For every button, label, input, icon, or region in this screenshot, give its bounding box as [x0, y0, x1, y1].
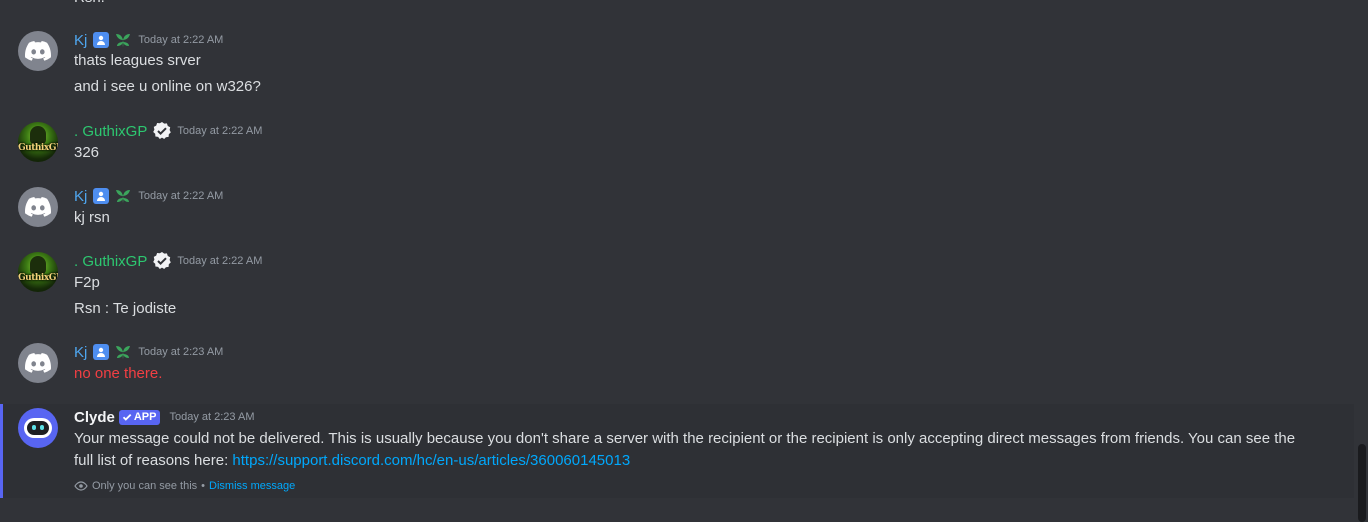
username[interactable]: Clyde [74, 409, 115, 426]
username[interactable]: . GuthixGP [74, 123, 147, 140]
username[interactable]: Kj [74, 188, 87, 205]
timestamp[interactable]: Today at 2:23 AM [138, 346, 223, 358]
discord-logo-icon [25, 41, 51, 61]
avatar[interactable] [18, 187, 58, 227]
message-text: Your message could not be delivered. Thi… [74, 428, 1314, 472]
message-text-error: no one there. [74, 365, 163, 382]
avatar-label: GuthixGP [18, 273, 58, 283]
avatar-label: GuthixGP [18, 143, 58, 153]
message-text: thats leagues srver [74, 52, 201, 69]
scrollbar-thumb[interactable] [1358, 444, 1366, 522]
timestamp[interactable]: Today at 2:23 AM [169, 411, 254, 423]
timestamp[interactable]: Today at 2:22 AM [138, 190, 223, 202]
user-badge-icon[interactable] [93, 188, 110, 204]
hooded-figure-icon [30, 256, 46, 274]
user-badge-icon[interactable] [93, 344, 110, 360]
username[interactable]: . GuthixGP [74, 253, 147, 270]
timestamp[interactable]: Today at 2:22 AM [177, 125, 262, 137]
eye-icon [74, 481, 88, 491]
timestamp[interactable]: Today at 2:22 AM [138, 34, 223, 46]
hooded-figure-icon [30, 126, 46, 144]
avatar[interactable]: GuthixGP [18, 122, 58, 162]
dismiss-message-link[interactable]: Dismiss message [209, 480, 295, 492]
leaf-badge-icon[interactable] [114, 32, 132, 48]
app-tag-label: APP [133, 411, 157, 423]
check-icon [122, 413, 132, 421]
support-link[interactable]: https://support.discord.com/hc/en-us/art… [232, 452, 630, 469]
username[interactable]: Kj [74, 32, 87, 49]
avatar[interactable]: GuthixGP [18, 252, 58, 292]
clyde-robot-icon [24, 418, 52, 438]
separator: • [201, 480, 206, 492]
avatar[interactable] [18, 343, 58, 383]
timestamp[interactable]: Today at 2:22 AM [177, 255, 262, 267]
message-text: Rsn : Te jodiste [74, 300, 177, 317]
ephemeral-note: Only you can see this [92, 480, 198, 492]
leaf-badge-icon[interactable] [114, 188, 132, 204]
avatar[interactable] [18, 31, 58, 71]
message-text: F2p [74, 274, 100, 291]
message-text: 326 [74, 144, 100, 161]
username[interactable]: Kj [74, 344, 87, 361]
verified-check-icon[interactable] [153, 252, 172, 270]
message-text: Rsn. [74, 0, 105, 8]
verified-check-icon[interactable] [153, 122, 172, 140]
discord-logo-icon [25, 353, 51, 373]
avatar[interactable] [18, 408, 58, 448]
user-badge-icon[interactable] [93, 32, 110, 48]
message-text: and i see u online on w326? [74, 78, 261, 95]
leaf-badge-icon[interactable] [114, 344, 132, 360]
discord-logo-icon [25, 197, 51, 217]
ephemeral-notice: Only you can see this • Dismiss message [74, 479, 295, 493]
message-text: kj rsn [74, 209, 110, 226]
chat-messages: Rsn. Kj Today at 2:22 AM thats leagues s… [0, 0, 1368, 522]
app-tag: APP [118, 409, 161, 425]
